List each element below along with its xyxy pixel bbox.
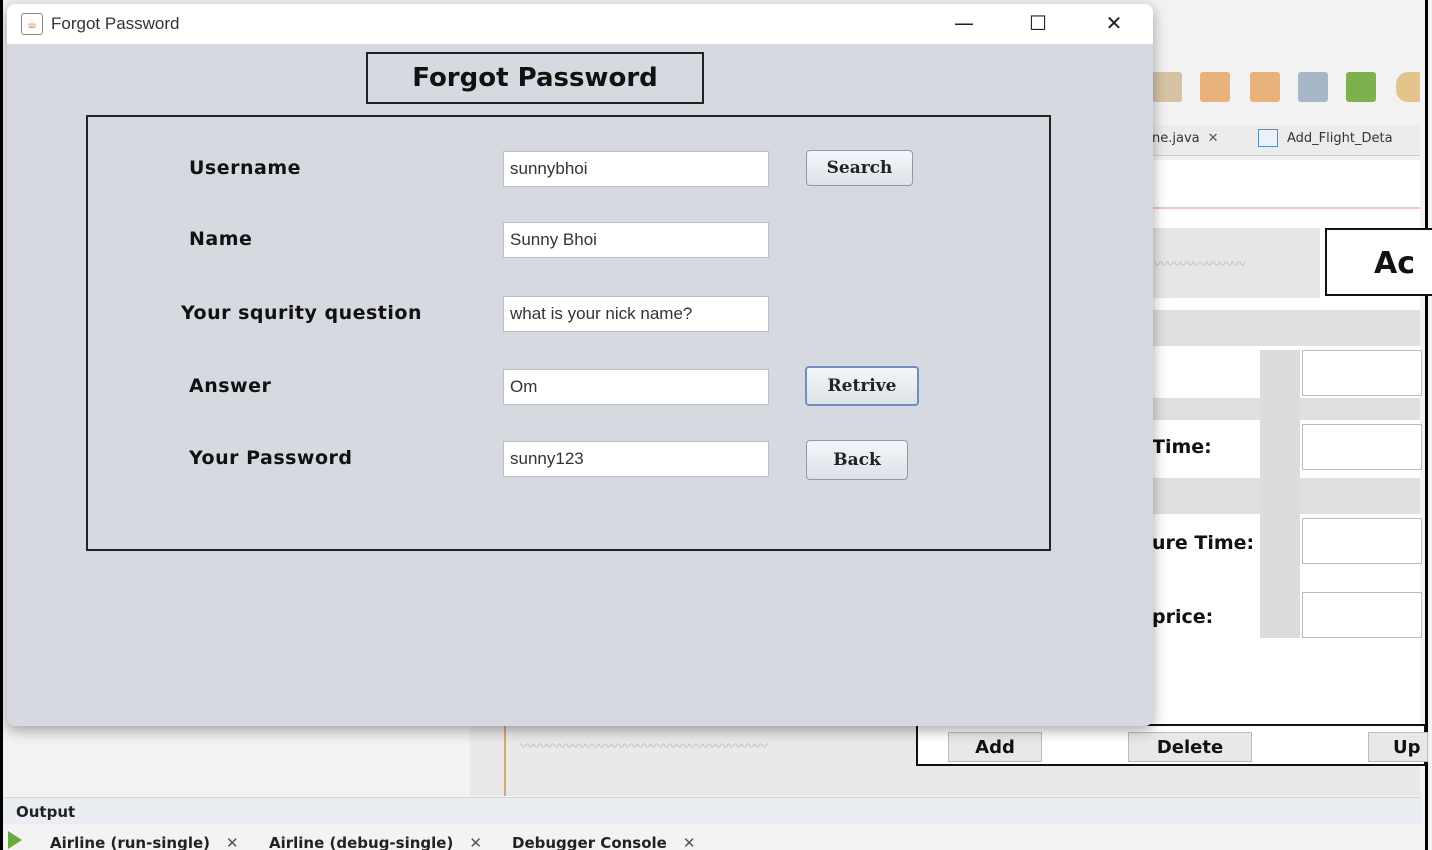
run-tab[interactable]: Debugger Console ✕ xyxy=(512,834,695,850)
editor-tab[interactable]: ne.java ✕ xyxy=(1152,131,1219,146)
back-button[interactable]: Back xyxy=(806,440,908,480)
window-border xyxy=(0,0,3,850)
column-separator xyxy=(1260,350,1300,638)
window-title: Forgot Password xyxy=(51,14,180,33)
name-label: Name xyxy=(189,228,253,250)
debug-icon[interactable] xyxy=(1298,72,1328,102)
run-tab-label: Debugger Console xyxy=(512,834,667,850)
resize-handle: 〰〰〰〰〰〰〰〰〰〰〰〰〰〰〰〰〰〰〰 xyxy=(520,739,768,755)
download-icon[interactable] xyxy=(1200,72,1230,102)
network-icon[interactable] xyxy=(1346,72,1376,102)
run-tab-label: Airline (run-single) xyxy=(50,834,210,850)
output-title: Output xyxy=(16,803,76,821)
upload-icon[interactable] xyxy=(1250,72,1280,102)
run-tab[interactable]: Airline (run-single) ✕ xyxy=(50,834,239,850)
design-text-field[interactable] xyxy=(1302,592,1422,638)
form-row xyxy=(1150,310,1420,346)
redo-icon[interactable] xyxy=(1152,72,1182,102)
close-icon[interactable]: ✕ xyxy=(226,834,239,850)
update-button[interactable]: Up xyxy=(1368,732,1428,762)
username-label: Username xyxy=(189,157,302,179)
run-tab-label: Airline (debug-single) xyxy=(269,834,454,850)
editor-tab[interactable]: Add_Flight_Deta xyxy=(1287,131,1393,146)
page-heading: Forgot Password xyxy=(366,52,704,104)
close-icon[interactable]: ✕ xyxy=(469,834,482,850)
design-label: price: xyxy=(1152,606,1214,628)
output-bar xyxy=(3,797,1421,824)
answer-field[interactable]: Om xyxy=(503,369,769,405)
guide-line xyxy=(1150,207,1420,209)
retrive-button[interactable]: Retrive xyxy=(805,366,919,406)
editor-tab-label: ne.java xyxy=(1152,131,1200,146)
password-field[interactable]: sunny123 xyxy=(503,441,769,477)
run-tab[interactable]: Airline (debug-single) ✕ xyxy=(269,834,482,850)
password-label: Your Password xyxy=(189,447,353,469)
forgot-password-window: ☕ Forgot Password — ☐ ✕ Forgot Password … xyxy=(7,4,1153,726)
java-icon: ☕ xyxy=(21,13,43,35)
security-question-label: Your squrity question xyxy=(181,302,422,324)
security-question-field[interactable]: what is your nick name? xyxy=(503,296,769,332)
add-button[interactable]: Add xyxy=(948,732,1042,762)
maximize-icon[interactable]: ☐ xyxy=(1013,4,1063,42)
design-label: ure Time: xyxy=(1152,532,1255,554)
close-icon[interactable]: ✕ xyxy=(683,834,696,850)
username-field[interactable]: sunnybhoi xyxy=(503,151,769,187)
design-label: Time: xyxy=(1152,436,1212,458)
form-file-icon xyxy=(1258,129,1278,147)
form-heading: Ac xyxy=(1374,246,1416,281)
design-text-field[interactable] xyxy=(1302,350,1422,396)
design-text-field[interactable] xyxy=(1302,518,1422,564)
search-button[interactable]: Search xyxy=(806,150,913,186)
minimize-icon[interactable]: — xyxy=(939,4,989,42)
run-icon xyxy=(8,831,22,849)
close-icon[interactable]: ✕ xyxy=(1208,131,1219,146)
window-border xyxy=(1425,0,1428,850)
close-icon[interactable]: ✕ xyxy=(1089,4,1139,42)
delete-button[interactable]: Delete xyxy=(1128,732,1252,762)
design-text-field[interactable] xyxy=(1302,424,1422,470)
answer-label: Answer xyxy=(189,375,272,397)
name-field[interactable]: Sunny Bhoi xyxy=(503,222,769,258)
info-icon[interactable] xyxy=(1396,72,1420,102)
editor-tab-label: Add_Flight_Deta xyxy=(1287,131,1393,146)
resize-handle: 〰〰〰〰〰〰〰 xyxy=(1154,257,1246,273)
design-strip: 〰〰〰〰〰〰〰 xyxy=(1150,228,1320,298)
divider xyxy=(504,724,506,796)
